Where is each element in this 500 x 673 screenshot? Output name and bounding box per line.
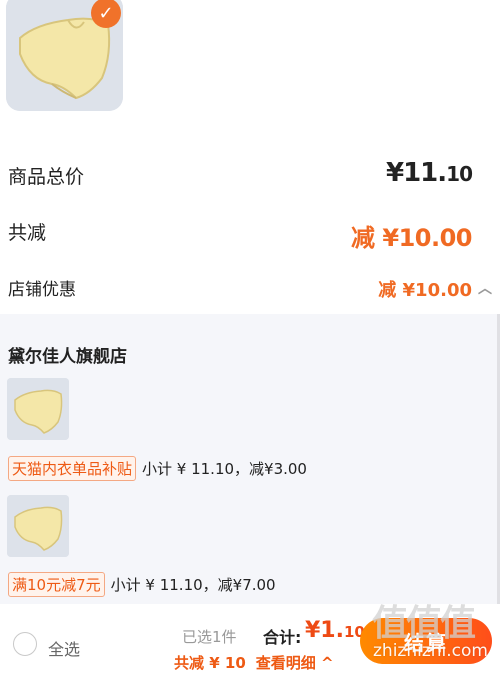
discount-label: 共减 bbox=[8, 222, 47, 244]
radio-icon[interactable] bbox=[13, 632, 37, 656]
savings-line: 共减 ¥ 10 查看明细 ^ bbox=[174, 652, 334, 673]
sum-value: ¥1.10 bbox=[305, 618, 365, 643]
selected-count: 已选1件 bbox=[182, 628, 237, 646]
checkout-button[interactable]: 结算 bbox=[360, 618, 492, 664]
store-discount-panel: 黛尔佳人旗舰店 天猫内衣单品补贴 小计 ¥ 11.10，减¥3.00 满10元减… bbox=[0, 314, 500, 604]
checkout-bar: 全选 已选1件 合计: ¥1.10 共减 ¥ 10 查看明细 ^ 结算 bbox=[0, 604, 500, 673]
total-cents: 10 bbox=[446, 162, 473, 186]
item-thumbnail[interactable] bbox=[7, 495, 69, 557]
item-subtotal: 小计 ¥ 11.10，减¥3.00 bbox=[142, 460, 307, 478]
promo-tag: 天猫内衣单品补贴 bbox=[8, 456, 137, 481]
item-discount-line: 天猫内衣单品补贴 小计 ¥ 11.10，减¥3.00 bbox=[8, 456, 307, 481]
store-discount-label: 店铺优惠 bbox=[8, 280, 76, 300]
chevron-up-icon: ︿ bbox=[478, 281, 492, 297]
total-value: ¥11.10 bbox=[386, 158, 473, 188]
store-discount-toggle[interactable]: 减 ¥10.00 ︿ bbox=[378, 276, 492, 302]
sum-label: 合计: bbox=[263, 628, 302, 647]
total-main: ¥11. bbox=[386, 158, 447, 188]
sum-main: ¥1. bbox=[305, 618, 344, 643]
view-details-link[interactable]: 查看明细 ^ bbox=[256, 654, 334, 672]
item-subtotal: 小计 ¥ 11.10，减¥7.00 bbox=[110, 576, 276, 594]
total-label: 商品总价 bbox=[8, 166, 85, 188]
item-thumbnail[interactable] bbox=[7, 378, 69, 440]
underwear-image bbox=[7, 495, 69, 557]
store-name: 黛尔佳人旗舰店 bbox=[8, 347, 127, 367]
product-thumbnail[interactable]: ✓ bbox=[6, 0, 123, 111]
item-discount-line: 满10元减7元 小计 ¥ 11.10，减¥7.00 bbox=[8, 572, 276, 597]
discount-value: 减 ¥10.00 bbox=[351, 224, 472, 252]
store-discount-value: 减 ¥10.00 bbox=[378, 280, 472, 301]
promo-tag: 满10元减7元 bbox=[8, 572, 105, 597]
underwear-image bbox=[7, 378, 69, 440]
select-all-label[interactable]: 全选 bbox=[48, 636, 80, 660]
savings-text: 共减 ¥ 10 bbox=[174, 654, 246, 672]
